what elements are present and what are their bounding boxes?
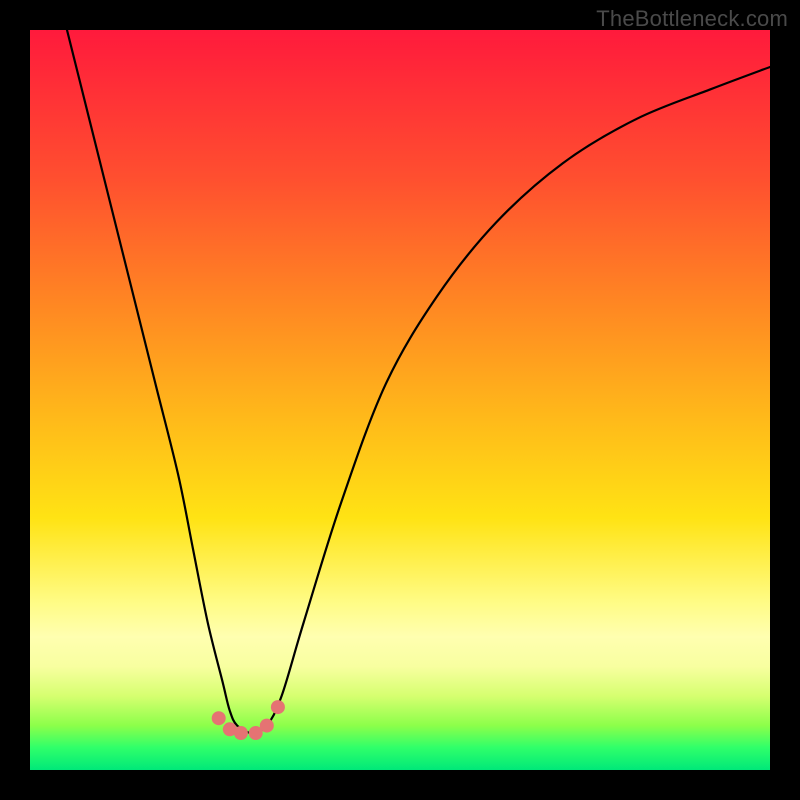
trough-marker [260, 719, 274, 733]
curve-svg [30, 30, 770, 770]
trough-marker [212, 711, 226, 725]
trough-marker [271, 700, 285, 714]
plot-area [30, 30, 770, 770]
watermark-text: TheBottleneck.com [596, 6, 788, 32]
chart-frame: TheBottleneck.com [0, 0, 800, 800]
bottleneck-curve [67, 30, 770, 733]
trough-markers [212, 700, 285, 740]
trough-marker [234, 726, 248, 740]
